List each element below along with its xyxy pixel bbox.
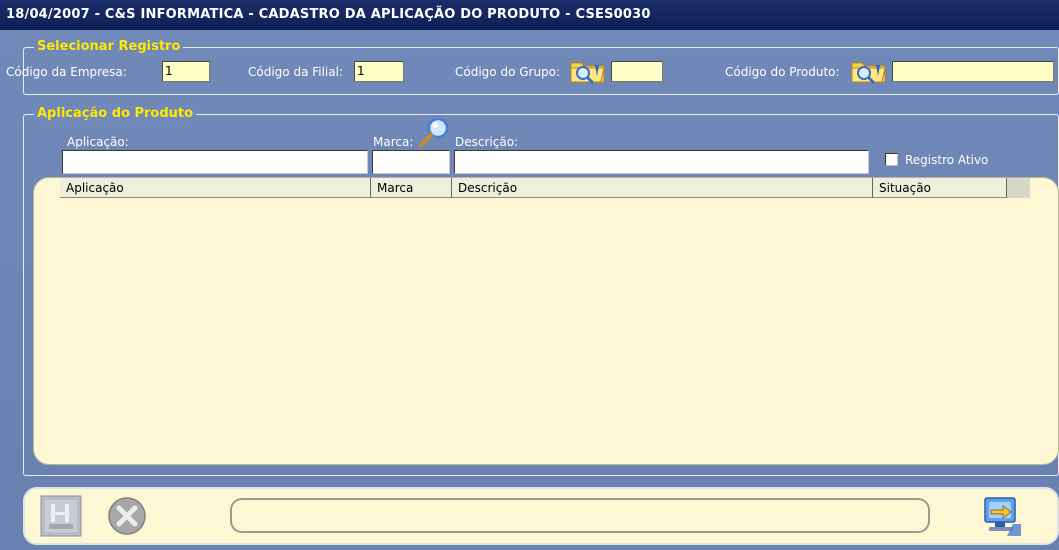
exit-icon: [984, 497, 1021, 536]
aplicacao-filter-label: Aplicação:: [67, 135, 129, 149]
descricao-filter-input[interactable]: [454, 150, 869, 174]
empresa-field[interactable]: 1: [162, 61, 210, 82]
registro-ativo-checkbox[interactable]: [885, 153, 898, 166]
cancel-button[interactable]: [107, 496, 147, 536]
empresa-label: Código da Empresa:: [6, 65, 127, 79]
column-header-situacao[interactable]: Situação: [873, 178, 1007, 198]
marca-filter-label: Marca:: [373, 135, 414, 149]
grid-header: Aplicação Marca Descrição Situação: [60, 178, 1030, 198]
aplicacao-filter-input[interactable]: [62, 150, 368, 174]
filial-label: Código da Filial:: [248, 65, 343, 79]
filial-field[interactable]: 1: [354, 61, 404, 82]
column-header-descricao[interactable]: Descrição: [452, 178, 873, 198]
window-title-bar: 18/04/2007 - C&S INFORMATICA - CADASTRO …: [0, 0, 1059, 30]
window-title: 18/04/2007 - C&S INFORMATICA - CADASTRO …: [6, 7, 651, 22]
bottom-toolbar: [23, 487, 1059, 545]
descricao-filter-label: Descrição:: [455, 135, 519, 149]
save-icon: [40, 495, 82, 537]
folder-search-icon[interactable]: [568, 56, 608, 86]
produto-field[interactable]: [892, 61, 1054, 82]
folder-search-icon[interactable]: [849, 56, 889, 86]
aplicacao-group-title: Aplicação do Produto: [34, 106, 197, 122]
column-header-filler: [1007, 178, 1030, 198]
registro-ativo-label: Registro Ativo: [905, 153, 989, 167]
column-header-marca[interactable]: Marca: [371, 178, 452, 198]
selecionar-registro-title: Selecionar Registro: [34, 39, 184, 55]
column-header-aplicacao[interactable]: Aplicação: [60, 178, 371, 198]
produto-label: Código do Produto:: [725, 65, 840, 79]
exit-button[interactable]: [981, 494, 1023, 538]
magnifier-icon[interactable]: [416, 116, 452, 148]
aplicacao-grid[interactable]: Aplicação Marca Descrição Situação: [33, 177, 1059, 465]
cancel-icon: [108, 497, 146, 535]
status-message-field: [230, 498, 930, 533]
marca-filter-input[interactable]: [372, 150, 450, 174]
grupo-field[interactable]: [611, 61, 663, 82]
save-button[interactable]: [39, 494, 83, 538]
grupo-label: Código do Grupo:: [455, 65, 561, 79]
